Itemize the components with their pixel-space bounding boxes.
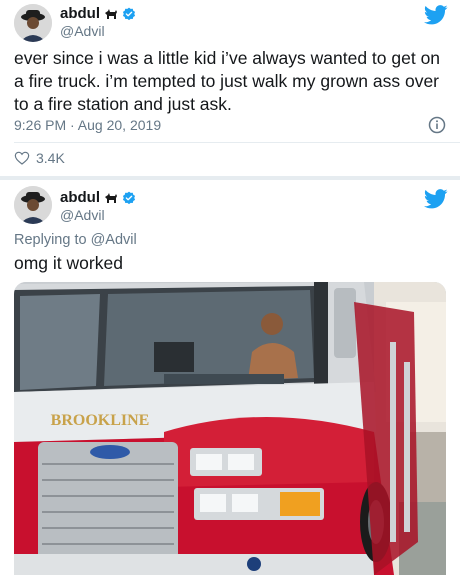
like-count-row[interactable]: 3.4K <box>14 150 65 166</box>
avatar-image <box>14 186 52 224</box>
verified-badge-icon <box>122 191 136 204</box>
fire-truck-photo-icon: BROOKLINE <box>14 282 446 575</box>
info-icon[interactable] <box>428 116 446 134</box>
author-handle[interactable]: @Advil <box>60 207 105 223</box>
tweet-original: abdul @Advil ever since i was a little k… <box>0 0 460 176</box>
avatar-image <box>14 4 52 42</box>
tweet-text: omg it worked <box>14 253 123 273</box>
twitter-bird-icon[interactable] <box>424 189 448 209</box>
author-row: abdul <box>60 5 136 22</box>
twitter-bird-icon[interactable] <box>424 5 448 25</box>
svg-text:BROOKLINE: BROOKLINE <box>51 412 150 429</box>
author-handle[interactable]: @Advil <box>60 23 105 39</box>
reply-prefix: Replying to <box>14 232 87 248</box>
like-count: 3.4K <box>36 150 65 166</box>
tweet-timestamp[interactable]: 9:26 PM · Aug 20, 2019 <box>14 117 161 133</box>
reply-context: Replying to @Advil <box>14 232 137 248</box>
author-name[interactable]: abdul <box>60 189 100 206</box>
divider <box>14 142 460 143</box>
verified-badge-icon <box>122 7 136 20</box>
author-row: abdul <box>60 189 136 206</box>
avatar[interactable] <box>14 4 52 42</box>
author-name[interactable]: abdul <box>60 5 100 22</box>
reply-mention-link[interactable]: @Advil <box>91 232 137 248</box>
tweet-photo[interactable]: BROOKLINE <box>14 282 446 575</box>
dog-emoji-icon <box>105 192 117 203</box>
avatar[interactable] <box>14 186 52 224</box>
heart-icon[interactable] <box>14 150 30 166</box>
dog-emoji-icon <box>105 8 117 19</box>
tweet-reply: abdul @Advil Replying to @Advil omg it w… <box>0 180 460 575</box>
tweet-text: ever since i was a little kid i’ve alway… <box>14 48 441 114</box>
